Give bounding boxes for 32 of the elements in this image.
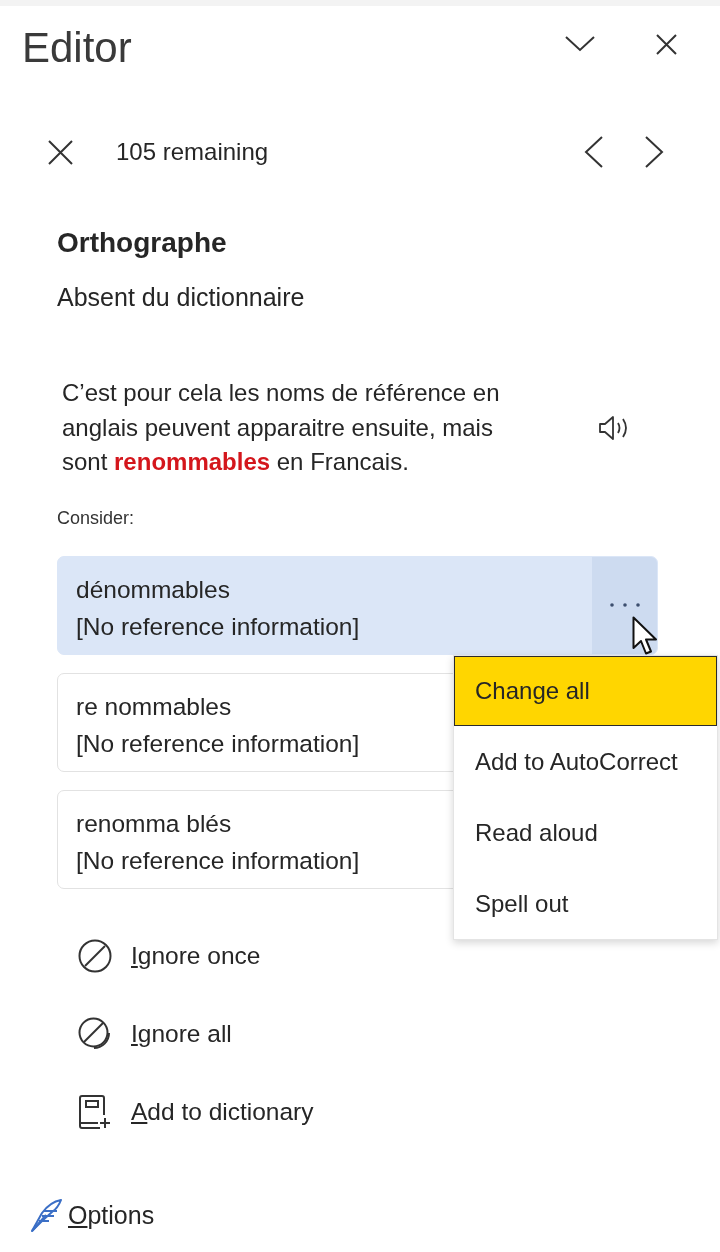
add-to-dictionary-button[interactable]: Add to dictionary bbox=[57, 1072, 314, 1151]
ignore-all-button[interactable]: Ignore all bbox=[57, 994, 232, 1073]
pane-title: Editor bbox=[22, 24, 132, 72]
suggestion-card[interactable]: dénommables [No reference information] bbox=[57, 555, 658, 655]
options-link[interactable]: Options bbox=[0, 1190, 155, 1241]
close-icon[interactable] bbox=[656, 33, 677, 55]
context-sentence: C’est pour cela les noms de référence en anglais peuvent apparaitre ensuite, mais sont renommables en Francais. bbox=[62, 378, 501, 477]
menu-item[interactable]: Spell out bbox=[454, 868, 717, 939]
chevron-right-icon[interactable] bbox=[644, 136, 664, 168]
menu-item[interactable]: Read aloud bbox=[454, 797, 717, 868]
consider-label: Consider: bbox=[57, 507, 135, 528]
issue-category: Orthographe bbox=[57, 226, 227, 260]
chevron-left-icon[interactable] bbox=[584, 136, 604, 168]
more-icon bbox=[609, 603, 640, 607]
book-plus-icon bbox=[78, 1094, 112, 1129]
chevron-down-icon[interactable] bbox=[565, 36, 595, 52]
suggestion-detail: [No reference information] bbox=[76, 611, 360, 642]
remaining-count: 105 remaining bbox=[116, 138, 269, 166]
suggestion-detail: [No reference information] bbox=[76, 728, 360, 759]
suggestion-detail: [No reference information] bbox=[76, 845, 360, 876]
suggestion-word: dénommables bbox=[76, 574, 230, 605]
more-button[interactable] bbox=[592, 556, 657, 654]
suggestion-word: renomma blés bbox=[76, 808, 232, 839]
ignore-once-button[interactable]: Ignore once bbox=[57, 916, 261, 995]
menu-item[interactable]: Add to AutoCorrect bbox=[454, 726, 717, 797]
menu-item[interactable]: Change all bbox=[454, 656, 717, 726]
issue-description: Absent du dictionnaire bbox=[57, 282, 305, 312]
prohibited-icon bbox=[78, 938, 112, 973]
close-icon[interactable] bbox=[48, 139, 73, 165]
suggestion-word: re nommables bbox=[76, 691, 232, 722]
prohibited-double-icon bbox=[78, 1016, 112, 1051]
quill-pen-icon bbox=[30, 1199, 62, 1232]
